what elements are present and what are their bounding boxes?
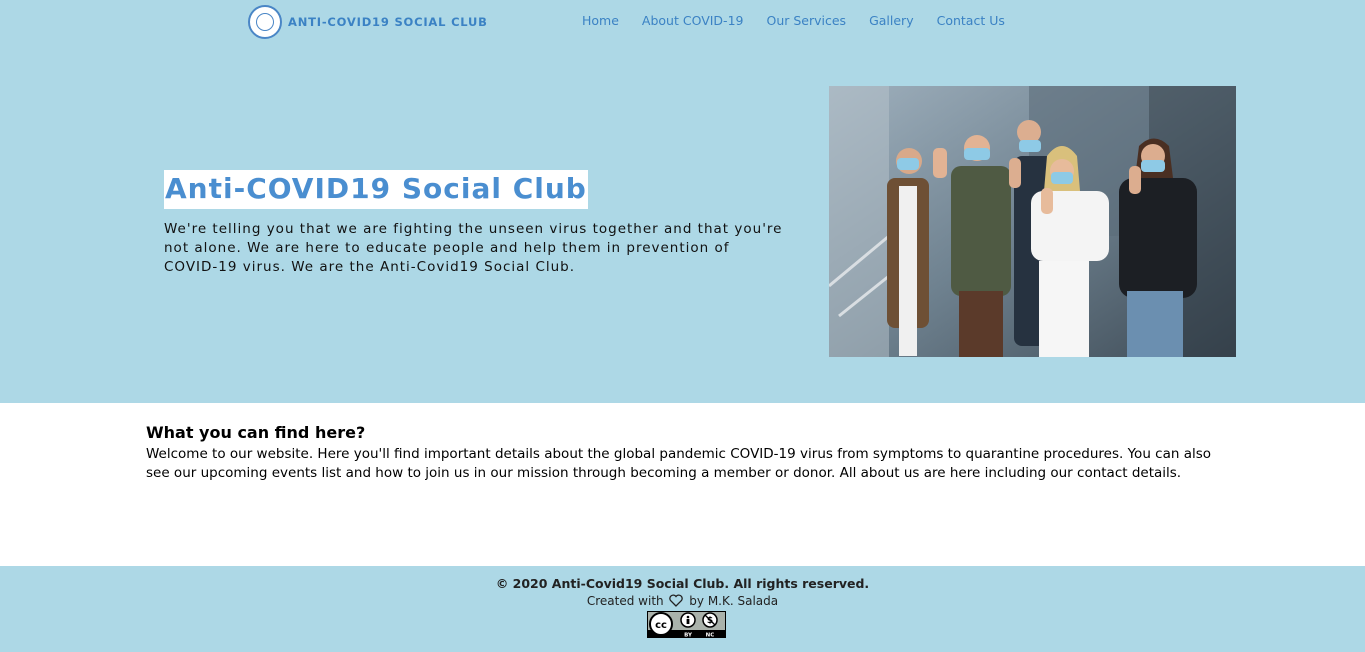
nav-home[interactable]: Home bbox=[582, 13, 619, 28]
footer-credit: Created with by M.K. Salada bbox=[0, 594, 1365, 610]
brand-name[interactable]: ANTI-COVID19 SOCIAL CLUB bbox=[288, 15, 488, 29]
license-label-by: BY bbox=[684, 633, 693, 639]
credit-prefix: Created with bbox=[586, 594, 664, 608]
nav-contact-us[interactable]: Contact Us bbox=[937, 13, 1005, 28]
nav-our-services[interactable]: Our Services bbox=[766, 13, 846, 28]
credit-suffix: by M.K. Salada bbox=[689, 594, 779, 608]
license-label-nc: NC bbox=[706, 633, 715, 639]
club-logo-icon[interactable] bbox=[248, 5, 282, 39]
nav-gallery[interactable]: Gallery bbox=[869, 13, 914, 28]
brand[interactable]: ANTI-COVID19 SOCIAL CLUB bbox=[248, 4, 488, 40]
section-description: Welcome to our website. Here you'll find… bbox=[146, 446, 1212, 481]
footer-copyright: © 2020 Anti-Covid19 Social Club. All rig… bbox=[495, 576, 870, 591]
hero-description: We're telling you that we are fighting t… bbox=[164, 221, 783, 275]
hero-photo bbox=[829, 86, 1236, 357]
section-title: What you can find here? bbox=[146, 423, 366, 442]
heart-icon bbox=[669, 594, 684, 610]
hero-title: Anti-COVID19 Social Club bbox=[164, 170, 588, 209]
cc-by-nc-icon[interactable]: cc $ BY NC bbox=[647, 611, 726, 639]
main-nav: Home About COVID-19 Our Services Gallery… bbox=[582, 13, 1005, 28]
nav-about-covid[interactable]: About COVID-19 bbox=[642, 13, 744, 28]
svg-text:cc: cc bbox=[655, 620, 667, 631]
